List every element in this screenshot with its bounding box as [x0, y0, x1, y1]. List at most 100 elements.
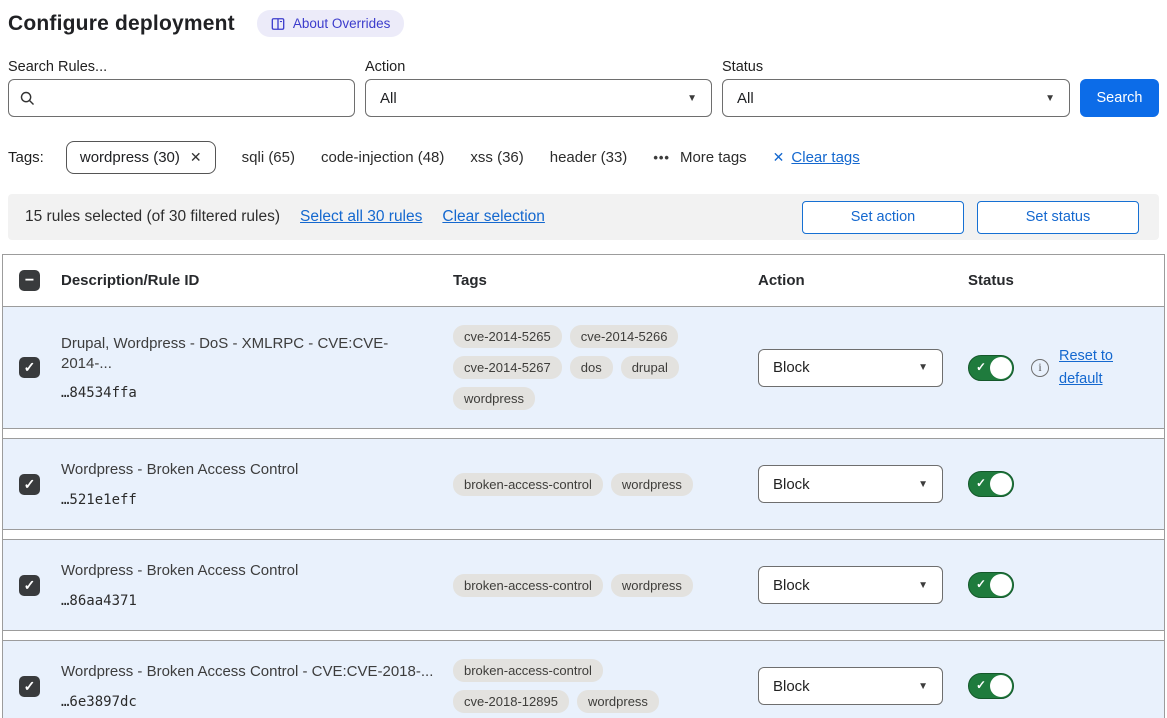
status-filter-value: All — [737, 90, 754, 107]
row-status-cell: ✓ i Reset to default — [963, 345, 1164, 390]
row-description: Wordpress - Broken Access Control — [61, 460, 437, 480]
action-select-value: Block — [773, 476, 810, 493]
info-icon[interactable]: i — [1031, 359, 1049, 377]
row-checkbox[interactable] — [19, 676, 40, 697]
row-checkbox[interactable] — [19, 357, 40, 378]
row-action-cell: Block ▼ — [753, 465, 963, 503]
row-description-cell: Wordpress - Broken Access Control …521e1… — [53, 460, 453, 507]
tag-item-sqli[interactable]: sqli (65) — [242, 149, 295, 166]
check-icon: ✓ — [976, 678, 986, 692]
status-filter-select[interactable]: All ▼ — [722, 79, 1070, 117]
row-status-cell: ✓ — [963, 572, 1164, 598]
status-toggle[interactable]: ✓ — [968, 673, 1014, 699]
chevron-down-icon: ▼ — [1045, 93, 1055, 104]
tag-pill: cve-2014-5265 — [453, 325, 562, 348]
search-button[interactable]: Search — [1080, 79, 1159, 117]
set-action-button[interactable]: Set action — [802, 201, 964, 234]
about-overrides-badge[interactable]: About Overrides — [257, 10, 405, 37]
chevron-down-icon: ▼ — [918, 362, 928, 373]
row-description: Wordpress - Broken Access Control — [61, 561, 437, 581]
clear-tags-label: Clear tags — [791, 149, 859, 166]
action-select[interactable]: Block ▼ — [758, 349, 943, 387]
selection-bar: 15 rules selected (of 30 filtered rules)… — [8, 194, 1159, 240]
tag-pill: drupal — [621, 356, 679, 379]
action-select-value: Block — [773, 577, 810, 594]
chevron-down-icon: ▼ — [918, 479, 928, 490]
row-action-cell: Block ▼ — [753, 566, 963, 604]
more-tags-button[interactable]: ••• More tags — [653, 149, 746, 166]
status-label: Status — [722, 59, 1070, 75]
row-tags-cell: cve-2014-5265 cve-2014-5266 cve-2014-5267 d… — [453, 325, 753, 410]
row-checkbox[interactable] — [19, 575, 40, 596]
column-status: Status — [963, 272, 1164, 289]
row-status-cell: ✓ — [963, 471, 1164, 497]
column-tags: Tags — [453, 272, 753, 289]
table-body: Drupal, Wordpress - DoS - XMLRPC - CVE:C… — [3, 307, 1164, 718]
check-icon: ✓ — [976, 476, 986, 490]
tag-pill: cve-2014-5267 — [453, 356, 562, 379]
book-icon — [271, 17, 285, 31]
bulk-buttons: Set action Set status — [802, 201, 1139, 234]
tag-item-header[interactable]: header (33) — [550, 149, 628, 166]
action-filter-select[interactable]: All ▼ — [365, 79, 712, 117]
column-action: Action — [753, 272, 963, 289]
action-label: Action — [365, 59, 712, 75]
tag-item-code-injection[interactable]: code-injection (48) — [321, 149, 444, 166]
tag-pill: wordpress — [611, 574, 693, 597]
chevron-down-icon: ▼ — [687, 93, 697, 104]
select-all-checkbox[interactable] — [19, 270, 40, 291]
action-select-value: Block — [773, 359, 810, 376]
set-status-button[interactable]: Set status — [977, 201, 1139, 234]
close-icon: ✕ — [773, 149, 785, 166]
row-description-cell: Wordpress - Broken Access Control …86aa4… — [53, 561, 453, 608]
tag-pill: broken-access-control — [453, 473, 603, 496]
rule-id: …84534ffa — [61, 385, 437, 401]
status-toggle[interactable]: ✓ — [968, 355, 1014, 381]
action-field: Action All ▼ — [365, 59, 712, 117]
about-overrides-label: About Overrides — [293, 16, 391, 31]
action-select[interactable]: Block ▼ — [758, 465, 943, 503]
tag-pill: cve-2014-5266 — [570, 325, 679, 348]
row-description-cell: Wordpress - Broken Access Control - CVE:… — [53, 662, 453, 709]
selection-summary: 15 rules selected (of 30 filtered rules) — [25, 208, 280, 226]
row-tags-cell: broken-access-control wordpress — [453, 574, 753, 597]
action-select[interactable]: Block ▼ — [758, 667, 943, 705]
reset-to-default-link[interactable]: Reset to default — [1059, 345, 1121, 390]
reset-area: i Reset to default — [1014, 345, 1121, 390]
row-tags: broken-access-control wordpress — [453, 574, 705, 597]
table-row: Wordpress - Broken Access Control - CVE:… — [3, 640, 1164, 718]
row-status-cell: ✓ — [963, 673, 1164, 699]
search-input[interactable] — [44, 80, 344, 116]
search-input-wrap — [8, 79, 355, 117]
rule-id: …521e1eff — [61, 492, 437, 508]
tag-pill: wordpress — [453, 387, 535, 410]
row-description-cell: Drupal, Wordpress - DoS - XMLRPC - CVE:C… — [53, 334, 453, 402]
rules-table: Description/Rule ID Tags Action Status D… — [2, 254, 1165, 718]
tag-item-xss[interactable]: xss (36) — [470, 149, 523, 166]
tags-bar: Tags: wordpress (30) ✕ sqli (65) code-in… — [8, 141, 1159, 174]
status-toggle[interactable]: ✓ — [968, 471, 1014, 497]
rule-id: …86aa4371 — [61, 593, 437, 609]
row-description: Wordpress - Broken Access Control - CVE:… — [61, 662, 437, 682]
action-select[interactable]: Block ▼ — [758, 566, 943, 604]
status-toggle[interactable]: ✓ — [968, 572, 1014, 598]
page-title: Configure deployment — [8, 12, 235, 36]
remove-tag-icon[interactable]: ✕ — [190, 149, 202, 166]
search-label: Search Rules... — [8, 59, 355, 75]
row-tags: cve-2014-5265 cve-2014-5266 cve-2014-5267 d… — [453, 325, 705, 410]
tag-pill: broken-access-control — [453, 574, 603, 597]
clear-selection-link[interactable]: Clear selection — [442, 208, 545, 226]
chevron-down-icon: ▼ — [918, 681, 928, 692]
select-all-link[interactable]: Select all 30 rules — [300, 208, 422, 226]
selected-tag-wordpress[interactable]: wordpress (30) ✕ — [66, 141, 216, 174]
search-field: Search Rules... — [8, 59, 355, 117]
table-header-row: Description/Rule ID Tags Action Status — [3, 255, 1164, 307]
clear-tags-link[interactable]: ✕ Clear tags — [773, 149, 860, 166]
tag-pill: broken-access-control — [453, 659, 603, 682]
selected-tag-label: wordpress (30) — [80, 149, 180, 166]
row-tags-cell: broken-access-controlcve-2018-12895wordp… — [453, 659, 753, 713]
row-action-cell: Block ▼ — [753, 667, 963, 705]
row-checkbox[interactable] — [19, 474, 40, 495]
rule-id: …6e3897dc — [61, 694, 437, 710]
tag-pill: wordpress — [611, 473, 693, 496]
